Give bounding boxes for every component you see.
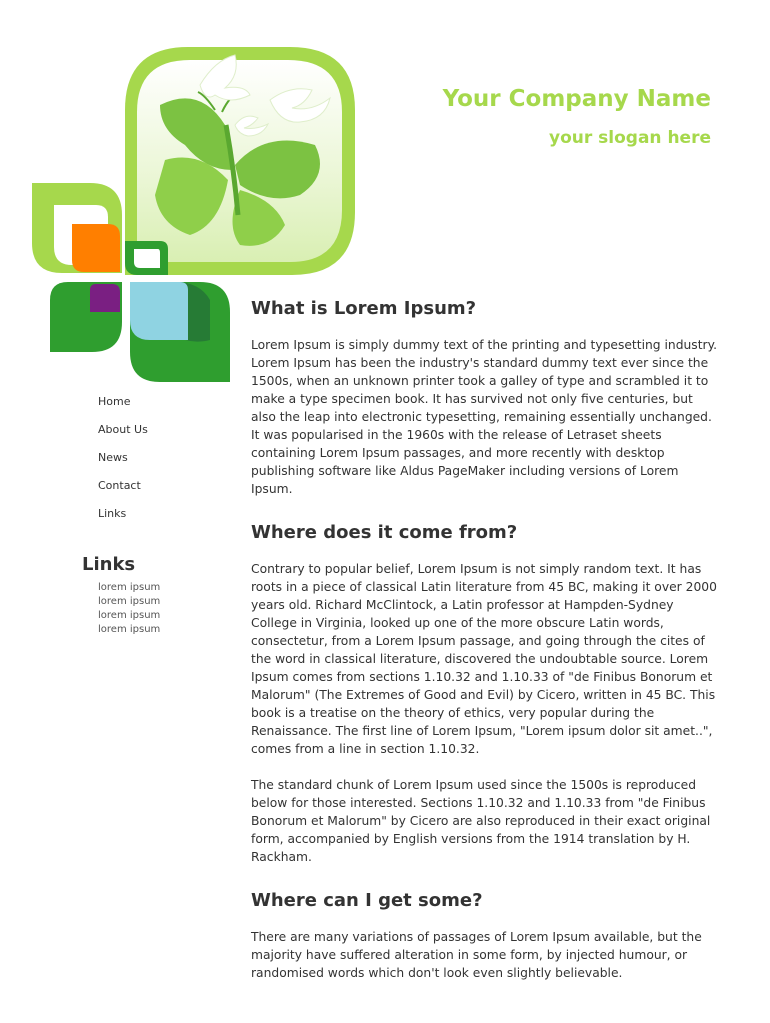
- nav-item-news[interactable]: News: [98, 449, 148, 477]
- section-heading: Where can I get some?: [251, 890, 483, 911]
- main-content: What is Lorem Ipsum? Lorem Ipsum is simp…: [251, 296, 721, 1000]
- nav-item-contact[interactable]: Contact: [98, 477, 148, 505]
- section-paragraph: Lorem Ipsum is simply dummy text of the …: [251, 338, 718, 496]
- company-slogan: your slogan here: [549, 128, 711, 148]
- section-heading: Where does it come from?: [251, 522, 518, 543]
- links-item[interactable]: lorem ipsum: [98, 595, 160, 609]
- section-paragraph: Contrary to popular belief, Lorem Ipsum …: [251, 562, 717, 756]
- section-heading: What is Lorem Ipsum?: [251, 298, 477, 319]
- links-title: Links: [82, 554, 136, 575]
- section-paragraph: The standard chunk of Lorem Ipsum used s…: [251, 778, 711, 864]
- nav-item-about-us[interactable]: About Us: [98, 421, 148, 449]
- links-item[interactable]: lorem ipsum: [98, 609, 160, 623]
- company-name: Your Company Name: [442, 86, 711, 112]
- nav-item-links[interactable]: Links: [98, 505, 148, 533]
- links-item[interactable]: lorem ipsum: [98, 623, 160, 637]
- links-list: lorem ipsum lorem ipsum lorem ipsum lore…: [98, 581, 160, 637]
- links-item[interactable]: lorem ipsum: [98, 581, 160, 595]
- main-nav: Home About Us News Contact Links: [98, 393, 148, 533]
- section-paragraph: There are many variations of passages of…: [251, 930, 702, 980]
- nav-item-home[interactable]: Home: [98, 393, 148, 421]
- site-header: Your Company Name your slogan here: [443, 86, 711, 148]
